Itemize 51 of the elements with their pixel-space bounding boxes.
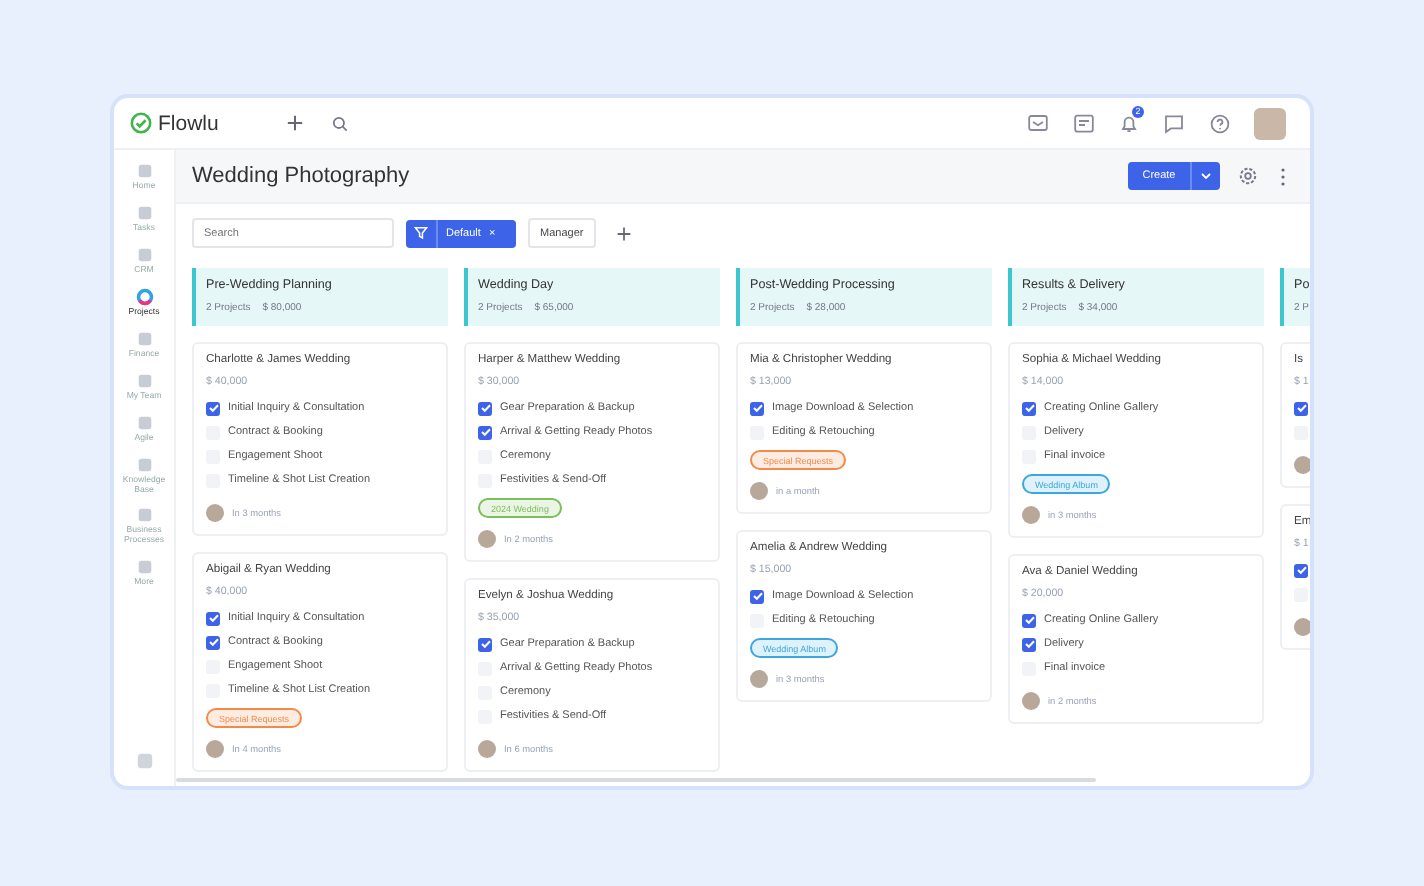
note-icon[interactable] (1074, 113, 1094, 133)
task-checkbox[interactable] (750, 589, 764, 603)
task-checkbox[interactable] (750, 401, 764, 415)
task-checkbox[interactable] (1022, 401, 1036, 415)
logo-text: Flowlu (158, 111, 219, 135)
user-avatar[interactable] (1254, 107, 1286, 139)
filter-icon (414, 226, 428, 240)
app-icon (135, 287, 153, 306)
app-icon (135, 558, 153, 577)
caret-icon (1200, 172, 1212, 180)
avatar (1294, 456, 1310, 474)
settings-icon[interactable] (1238, 166, 1258, 186)
avatar (478, 530, 496, 548)
app-icon (135, 506, 153, 525)
avatar (1022, 506, 1040, 524)
app-icon (135, 455, 153, 474)
task-checkbox[interactable] (1294, 587, 1308, 601)
task-checkbox[interactable] (478, 425, 492, 439)
avatar (206, 740, 224, 758)
app-icon (135, 203, 153, 222)
mail-icon[interactable] (1028, 114, 1048, 132)
app-icon (135, 371, 153, 390)
bell-icon[interactable] (1120, 113, 1138, 133)
help-icon[interactable] (1210, 113, 1230, 133)
logo-check-icon (130, 112, 152, 134)
avatar (478, 740, 496, 758)
avatar (206, 504, 224, 522)
app-icon (135, 245, 153, 264)
task-checkbox[interactable] (206, 611, 220, 625)
task-checkbox[interactable] (478, 401, 492, 415)
app-icon (135, 413, 153, 432)
app-icon (135, 162, 153, 180)
task-checkbox[interactable] (206, 635, 220, 649)
avatar (1022, 692, 1040, 710)
avatar (750, 670, 768, 688)
search-icon[interactable] (332, 115, 348, 131)
plus-icon[interactable] (286, 114, 304, 132)
task-checkbox[interactable] (206, 401, 220, 415)
page-title: Wedding Photography (192, 164, 410, 188)
app-icon (135, 329, 153, 348)
chat-icon[interactable] (1164, 113, 1184, 133)
task-checkbox[interactable] (1294, 401, 1308, 415)
task-checkbox[interactable] (1022, 613, 1036, 627)
plus-icon[interactable] (615, 225, 632, 241)
avatar (750, 482, 768, 500)
task-checkbox[interactable] (1294, 425, 1308, 439)
task-checkbox[interactable] (478, 637, 492, 651)
avatar (1294, 618, 1310, 636)
task-checkbox[interactable] (1294, 563, 1308, 577)
task-checkbox[interactable] (1022, 637, 1036, 651)
more-icon[interactable] (1280, 167, 1286, 185)
